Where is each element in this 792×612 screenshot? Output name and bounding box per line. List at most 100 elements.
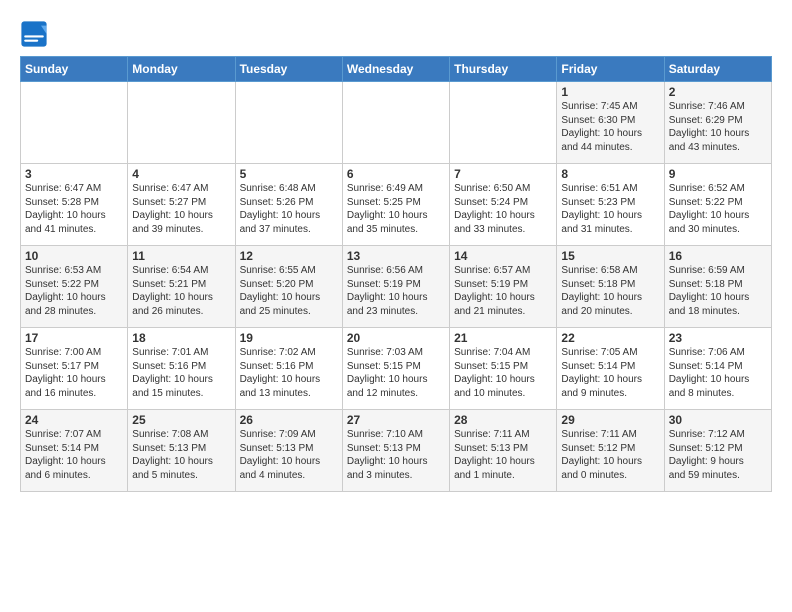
day-info: Sunrise: 6:52 AM Sunset: 5:22 PM Dayligh… — [669, 182, 767, 236]
day-info: Sunrise: 7:08 AM Sunset: 5:13 PM Dayligh… — [132, 428, 230, 482]
calendar-cell: 30Sunrise: 7:12 AM Sunset: 5:12 PM Dayli… — [664, 410, 771, 492]
calendar-cell: 26Sunrise: 7:09 AM Sunset: 5:13 PM Dayli… — [235, 410, 342, 492]
calendar-week-4: 17Sunrise: 7:00 AM Sunset: 5:17 PM Dayli… — [21, 328, 772, 410]
day-info: Sunrise: 6:47 AM Sunset: 5:28 PM Dayligh… — [25, 182, 123, 236]
calendar-header: SundayMondayTuesdayWednesdayThursdayFrid… — [21, 57, 772, 82]
day-number: 30 — [669, 413, 767, 427]
day-info: Sunrise: 6:49 AM Sunset: 5:25 PM Dayligh… — [347, 182, 445, 236]
calendar-cell: 8Sunrise: 6:51 AM Sunset: 5:23 PM Daylig… — [557, 164, 664, 246]
day-number: 9 — [669, 167, 767, 181]
calendar-cell: 13Sunrise: 6:56 AM Sunset: 5:19 PM Dayli… — [342, 246, 449, 328]
calendar-cell: 16Sunrise: 6:59 AM Sunset: 5:18 PM Dayli… — [664, 246, 771, 328]
day-number: 24 — [25, 413, 123, 427]
day-info: Sunrise: 6:57 AM Sunset: 5:19 PM Dayligh… — [454, 264, 552, 318]
weekday-sunday: Sunday — [21, 57, 128, 82]
calendar-cell: 28Sunrise: 7:11 AM Sunset: 5:13 PM Dayli… — [450, 410, 557, 492]
day-info: Sunrise: 6:50 AM Sunset: 5:24 PM Dayligh… — [454, 182, 552, 236]
calendar: SundayMondayTuesdayWednesdayThursdayFrid… — [20, 56, 772, 492]
calendar-cell — [450, 82, 557, 164]
day-number: 19 — [240, 331, 338, 345]
day-number: 18 — [132, 331, 230, 345]
day-info: Sunrise: 7:05 AM Sunset: 5:14 PM Dayligh… — [561, 346, 659, 400]
day-info: Sunrise: 6:55 AM Sunset: 5:20 PM Dayligh… — [240, 264, 338, 318]
calendar-cell — [235, 82, 342, 164]
day-number: 2 — [669, 85, 767, 99]
calendar-cell: 19Sunrise: 7:02 AM Sunset: 5:16 PM Dayli… — [235, 328, 342, 410]
calendar-week-2: 3Sunrise: 6:47 AM Sunset: 5:28 PM Daylig… — [21, 164, 772, 246]
calendar-cell — [21, 82, 128, 164]
calendar-week-1: 1Sunrise: 7:45 AM Sunset: 6:30 PM Daylig… — [21, 82, 772, 164]
day-info: Sunrise: 6:47 AM Sunset: 5:27 PM Dayligh… — [132, 182, 230, 236]
weekday-tuesday: Tuesday — [235, 57, 342, 82]
day-info: Sunrise: 6:58 AM Sunset: 5:18 PM Dayligh… — [561, 264, 659, 318]
day-number: 22 — [561, 331, 659, 345]
day-number: 21 — [454, 331, 552, 345]
day-number: 8 — [561, 167, 659, 181]
logo-icon — [20, 20, 48, 48]
day-number: 29 — [561, 413, 659, 427]
calendar-cell: 14Sunrise: 6:57 AM Sunset: 5:19 PM Dayli… — [450, 246, 557, 328]
day-info: Sunrise: 6:59 AM Sunset: 5:18 PM Dayligh… — [669, 264, 767, 318]
day-number: 7 — [454, 167, 552, 181]
day-number: 6 — [347, 167, 445, 181]
calendar-cell: 6Sunrise: 6:49 AM Sunset: 5:25 PM Daylig… — [342, 164, 449, 246]
calendar-cell: 4Sunrise: 6:47 AM Sunset: 5:27 PM Daylig… — [128, 164, 235, 246]
day-info: Sunrise: 7:04 AM Sunset: 5:15 PM Dayligh… — [454, 346, 552, 400]
page: SundayMondayTuesdayWednesdayThursdayFrid… — [0, 0, 792, 502]
calendar-cell: 10Sunrise: 6:53 AM Sunset: 5:22 PM Dayli… — [21, 246, 128, 328]
calendar-cell: 22Sunrise: 7:05 AM Sunset: 5:14 PM Dayli… — [557, 328, 664, 410]
day-info: Sunrise: 7:46 AM Sunset: 6:29 PM Dayligh… — [669, 100, 767, 154]
calendar-cell: 20Sunrise: 7:03 AM Sunset: 5:15 PM Dayli… — [342, 328, 449, 410]
calendar-cell: 1Sunrise: 7:45 AM Sunset: 6:30 PM Daylig… — [557, 82, 664, 164]
day-info: Sunrise: 7:00 AM Sunset: 5:17 PM Dayligh… — [25, 346, 123, 400]
calendar-week-5: 24Sunrise: 7:07 AM Sunset: 5:14 PM Dayli… — [21, 410, 772, 492]
day-info: Sunrise: 6:56 AM Sunset: 5:19 PM Dayligh… — [347, 264, 445, 318]
calendar-cell — [342, 82, 449, 164]
day-info: Sunrise: 7:06 AM Sunset: 5:14 PM Dayligh… — [669, 346, 767, 400]
calendar-cell — [128, 82, 235, 164]
day-info: Sunrise: 7:12 AM Sunset: 5:12 PM Dayligh… — [669, 428, 767, 482]
day-info: Sunrise: 6:54 AM Sunset: 5:21 PM Dayligh… — [132, 264, 230, 318]
day-number: 20 — [347, 331, 445, 345]
weekday-header-row: SundayMondayTuesdayWednesdayThursdayFrid… — [21, 57, 772, 82]
calendar-cell: 27Sunrise: 7:10 AM Sunset: 5:13 PM Dayli… — [342, 410, 449, 492]
calendar-cell: 29Sunrise: 7:11 AM Sunset: 5:12 PM Dayli… — [557, 410, 664, 492]
day-number: 14 — [454, 249, 552, 263]
day-info: Sunrise: 7:10 AM Sunset: 5:13 PM Dayligh… — [347, 428, 445, 482]
day-number: 25 — [132, 413, 230, 427]
weekday-thursday: Thursday — [450, 57, 557, 82]
day-number: 26 — [240, 413, 338, 427]
calendar-cell: 23Sunrise: 7:06 AM Sunset: 5:14 PM Dayli… — [664, 328, 771, 410]
day-number: 1 — [561, 85, 659, 99]
weekday-wednesday: Wednesday — [342, 57, 449, 82]
day-number: 17 — [25, 331, 123, 345]
day-number: 11 — [132, 249, 230, 263]
day-info: Sunrise: 7:11 AM Sunset: 5:13 PM Dayligh… — [454, 428, 552, 482]
day-number: 10 — [25, 249, 123, 263]
day-number: 12 — [240, 249, 338, 263]
calendar-week-3: 10Sunrise: 6:53 AM Sunset: 5:22 PM Dayli… — [21, 246, 772, 328]
day-info: Sunrise: 7:03 AM Sunset: 5:15 PM Dayligh… — [347, 346, 445, 400]
calendar-cell: 25Sunrise: 7:08 AM Sunset: 5:13 PM Dayli… — [128, 410, 235, 492]
day-number: 23 — [669, 331, 767, 345]
weekday-friday: Friday — [557, 57, 664, 82]
day-number: 13 — [347, 249, 445, 263]
day-info: Sunrise: 7:11 AM Sunset: 5:12 PM Dayligh… — [561, 428, 659, 482]
logo — [20, 20, 52, 48]
calendar-cell: 5Sunrise: 6:48 AM Sunset: 5:26 PM Daylig… — [235, 164, 342, 246]
calendar-cell: 7Sunrise: 6:50 AM Sunset: 5:24 PM Daylig… — [450, 164, 557, 246]
day-info: Sunrise: 7:09 AM Sunset: 5:13 PM Dayligh… — [240, 428, 338, 482]
calendar-cell: 9Sunrise: 6:52 AM Sunset: 5:22 PM Daylig… — [664, 164, 771, 246]
calendar-cell: 12Sunrise: 6:55 AM Sunset: 5:20 PM Dayli… — [235, 246, 342, 328]
calendar-cell: 15Sunrise: 6:58 AM Sunset: 5:18 PM Dayli… — [557, 246, 664, 328]
day-number: 16 — [669, 249, 767, 263]
weekday-saturday: Saturday — [664, 57, 771, 82]
calendar-cell: 17Sunrise: 7:00 AM Sunset: 5:17 PM Dayli… — [21, 328, 128, 410]
day-number: 3 — [25, 167, 123, 181]
header — [20, 16, 772, 48]
day-number: 4 — [132, 167, 230, 181]
day-info: Sunrise: 7:45 AM Sunset: 6:30 PM Dayligh… — [561, 100, 659, 154]
day-info: Sunrise: 7:07 AM Sunset: 5:14 PM Dayligh… — [25, 428, 123, 482]
calendar-body: 1Sunrise: 7:45 AM Sunset: 6:30 PM Daylig… — [21, 82, 772, 492]
calendar-cell: 2Sunrise: 7:46 AM Sunset: 6:29 PM Daylig… — [664, 82, 771, 164]
